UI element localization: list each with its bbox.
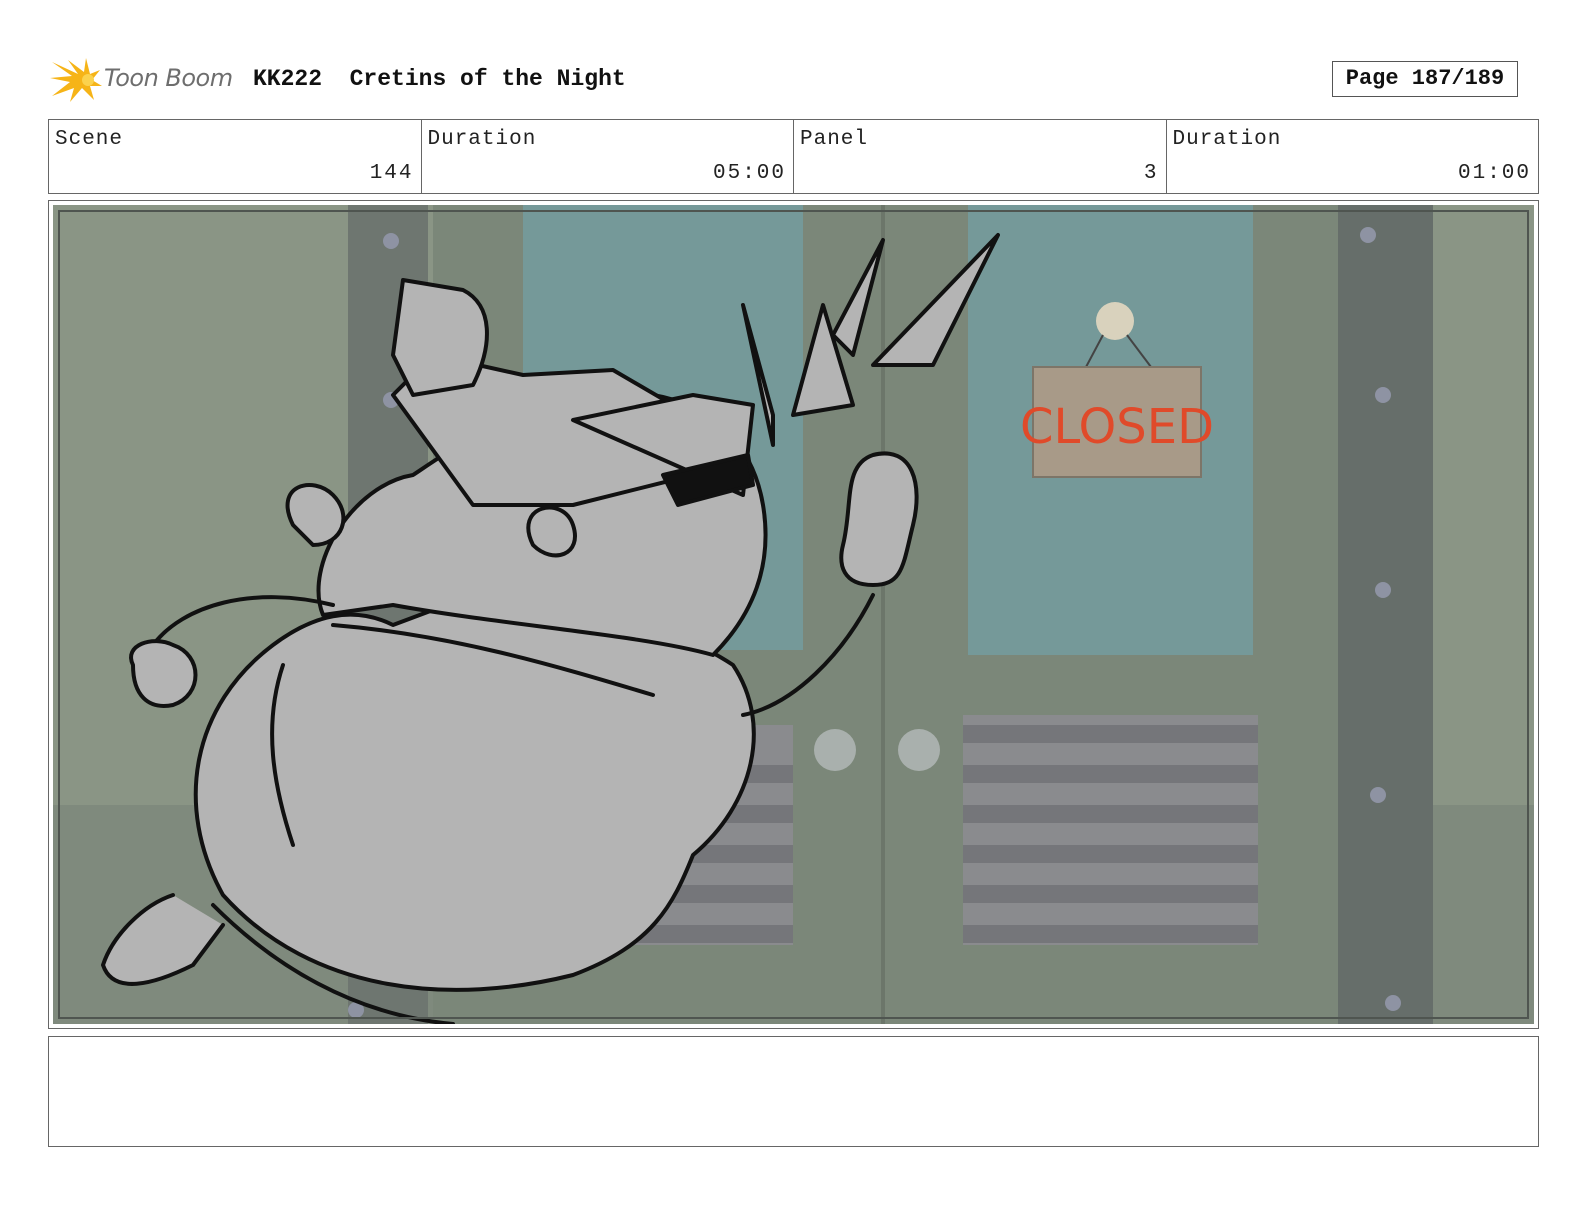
scene-cell: Scene 144	[49, 120, 422, 193]
page-header: Toon Boom KK222 Cretins of the Night Pag…	[48, 52, 1538, 108]
scene-duration-cell: Duration 05:00	[422, 120, 794, 193]
toon-boom-logo: Toon Boom	[48, 56, 238, 104]
episode-title: Cretins of the Night	[349, 66, 626, 92]
scene-value: 144	[369, 162, 414, 185]
production-code: KK222	[253, 66, 323, 92]
page-number: Page 187/189	[1332, 61, 1518, 97]
starburst-icon	[50, 58, 102, 102]
panel-duration-value: 01:00	[1457, 162, 1531, 185]
storyboard-panel: CLOSED	[48, 200, 1539, 1029]
scene-info-row: Scene 144 Duration 05:00 Panel 3 Duratio…	[48, 119, 1539, 194]
panel-duration-label: Duration	[1172, 128, 1282, 151]
panel-duration-cell: Duration 01:00	[1167, 120, 1539, 193]
panel-artwork: CLOSED	[53, 205, 1534, 1024]
sign-text: CLOSED	[1020, 399, 1214, 455]
scene-label: Scene	[55, 128, 124, 151]
panel-cell: Panel 3	[794, 120, 1167, 193]
page-title: KK222 Cretins of the Night	[253, 66, 626, 92]
door-knob-left	[814, 729, 856, 771]
right-door-vent	[963, 715, 1258, 945]
panel-value: 3	[1143, 162, 1159, 185]
right-pillar	[1338, 205, 1433, 1024]
panel-label: Panel	[800, 128, 869, 151]
door-knob-right	[898, 729, 940, 771]
scene-duration-label: Duration	[427, 128, 537, 151]
scene-duration-value: 05:00	[712, 162, 786, 185]
panel-notes-box	[48, 1036, 1539, 1147]
